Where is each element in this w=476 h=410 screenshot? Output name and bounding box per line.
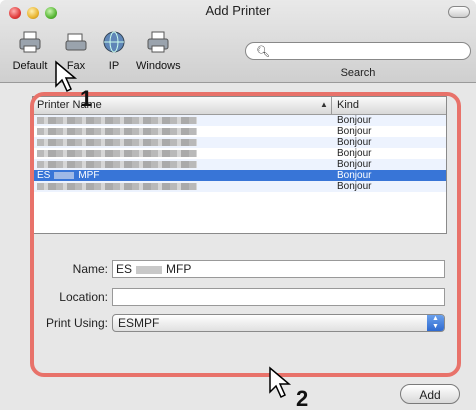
add-printer-window: Add Printer Default Fax IP Windows 🔍︎ Se… bbox=[0, 0, 476, 410]
toolbar-ip-button[interactable]: IP bbox=[92, 30, 136, 72]
toolbar-label: IP bbox=[108, 60, 120, 72]
add-button[interactable]: Add bbox=[400, 384, 460, 404]
toolbar-default-button[interactable]: Default bbox=[8, 30, 52, 72]
callout-number-1: 1 bbox=[80, 86, 93, 111]
search-label: Search bbox=[340, 67, 376, 79]
windows-printer-icon bbox=[147, 31, 169, 53]
cursor-arrow-icon bbox=[269, 366, 292, 399]
search-icon: 🔍︎ bbox=[256, 46, 270, 58]
fax-icon bbox=[65, 33, 87, 51]
globe-icon bbox=[103, 31, 125, 53]
toolbar-label: Windows bbox=[136, 60, 181, 72]
window-title: Add Printer bbox=[205, 3, 271, 18]
toolbar-windows-button[interactable]: Windows bbox=[136, 30, 181, 72]
highlight-box bbox=[30, 92, 461, 377]
search-field[interactable]: 🔍︎ bbox=[245, 42, 471, 60]
cursor-arrow-icon bbox=[55, 60, 78, 93]
toolbar-toggle-button[interactable] bbox=[448, 6, 470, 18]
printer-icon bbox=[19, 31, 41, 53]
toolbar-label: Default bbox=[12, 60, 48, 72]
callout-number-2: 2 bbox=[296, 386, 309, 410]
